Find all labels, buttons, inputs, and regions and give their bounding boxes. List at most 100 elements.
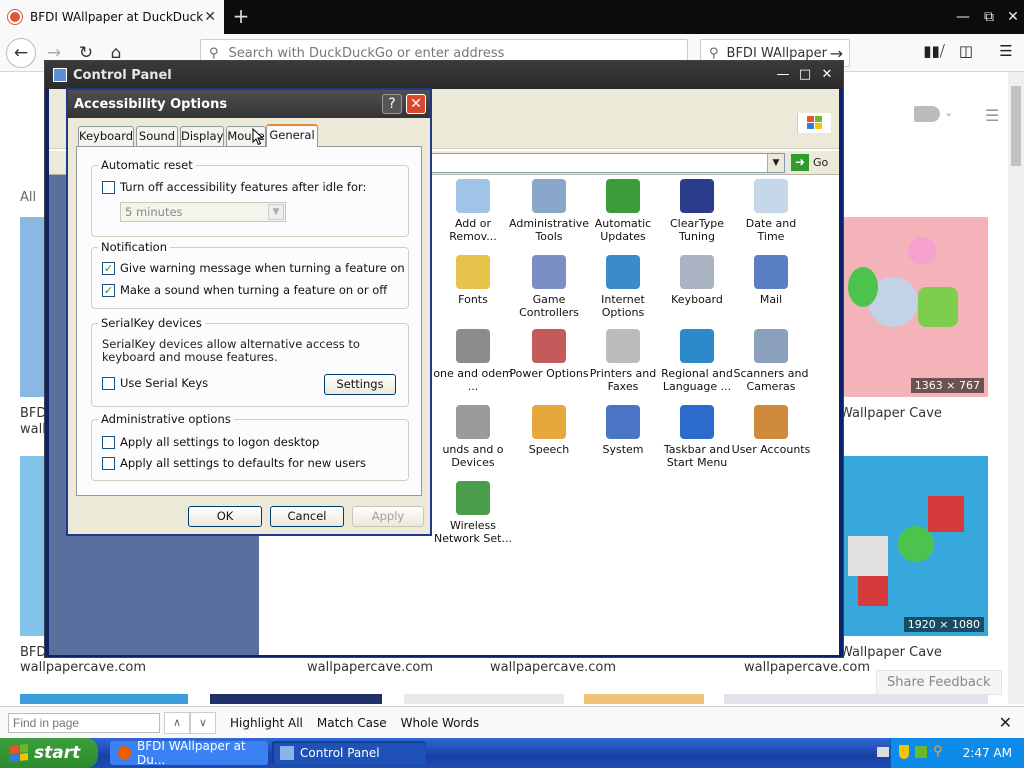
restore-icon[interactable]: ⧉ (978, 6, 1000, 28)
search-value: BFDI WAllpaper (726, 45, 827, 61)
result-title[interactable]: BFD (20, 406, 46, 421)
scrollbar-thumb[interactable] (1011, 86, 1021, 166)
close-icon[interactable]: ✕ (817, 65, 837, 85)
control-panel-titlebar[interactable]: Control Panel (45, 61, 843, 89)
new-tab-button[interactable]: + (228, 4, 254, 30)
control-panel-item[interactable]: Date and Time (731, 179, 811, 243)
cancel-button[interactable]: Cancel (270, 506, 344, 527)
sidebar-icon[interactable]: ◫ (954, 42, 978, 64)
control-panel-item[interactable]: User Accounts (731, 405, 811, 456)
minimize-icon[interactable]: — (773, 65, 793, 85)
use-serial-keys-checkbox[interactable]: Use Serial Keys (102, 376, 208, 390)
control-panel-item[interactable]: Scanners and Cameras (731, 329, 811, 393)
tab-general[interactable]: General (266, 124, 318, 147)
control-panel-item[interactable]: Regional and Language ... (657, 329, 737, 393)
minimize-icon[interactable]: — (952, 6, 974, 28)
ok-button[interactable]: OK (188, 506, 262, 527)
security-shield-icon[interactable] (899, 745, 909, 759)
highlight-all-toggle[interactable]: Highlight All (230, 716, 303, 730)
all-filter-label[interactable]: All (20, 190, 36, 205)
result-image[interactable]: 1363 × 767 (838, 217, 988, 397)
share-feedback-button[interactable]: Share Feedback (876, 670, 1002, 695)
control-panel-icon (53, 68, 67, 82)
control-panel-item[interactable]: Fonts (433, 255, 513, 306)
checkbox[interactable] (102, 180, 115, 194)
checkbox[interactable] (102, 456, 115, 470)
maximize-icon[interactable]: □ (795, 65, 815, 85)
go-button[interactable]: ➜ Go (791, 154, 828, 171)
find-previous-icon[interactable]: ∧ (164, 711, 190, 734)
search-icon[interactable]: ⚲ (933, 744, 943, 759)
back-arrow-icon[interactable]: ← (6, 38, 36, 68)
dialog-titlebar[interactable]: Accessibility Options (68, 90, 430, 118)
hamburger-menu-icon[interactable]: ☰ (985, 106, 999, 125)
address-field[interactable]: ▼ (429, 153, 785, 173)
address-dropdown-icon[interactable]: ▼ (767, 154, 784, 172)
idle-timeout-checkbox[interactable]: Turn off accessibility features after id… (102, 180, 366, 194)
tab-keyboard[interactable]: Keyboard (78, 126, 134, 146)
taskbar-item-browser[interactable]: BFDI WAllpaper at Du... (110, 739, 268, 767)
close-window-icon[interactable]: ✕ (1002, 6, 1024, 28)
apply-button[interactable]: Apply (352, 506, 424, 527)
find-next-icon[interactable]: ∨ (190, 711, 216, 734)
warning-message-checkbox[interactable]: ✓ Give warning message when turning a fe… (102, 261, 405, 275)
match-case-toggle[interactable]: Match Case (317, 716, 387, 730)
logon-desktop-checkbox[interactable]: Apply all settings to logon desktop (102, 435, 319, 449)
close-find-bar-icon[interactable]: ✕ (999, 713, 1012, 732)
keyboard-icon[interactable] (877, 747, 889, 757)
result-image[interactable] (584, 694, 704, 704)
close-icon[interactable]: ✕ (406, 94, 426, 114)
control-panel-item[interactable]: one and odem ... (433, 329, 513, 393)
start-button[interactable]: start (0, 738, 98, 768)
tab-sound[interactable]: Sound (136, 126, 178, 146)
tab-display[interactable]: Display (180, 126, 224, 146)
defaults-new-users-checkbox[interactable]: Apply all settings to defaults for new u… (102, 456, 366, 470)
checkbox-checked[interactable]: ✓ (102, 261, 115, 275)
menu-icon[interactable]: ☰ (994, 42, 1018, 64)
result-title[interactable]: Wallpaper Cave (840, 406, 942, 421)
checkbox[interactable] (102, 376, 115, 390)
checkbox-checked[interactable]: ✓ (102, 283, 115, 297)
tab-close-icon[interactable]: ✕ (204, 9, 216, 25)
control-panel-item[interactable]: Speech (509, 405, 589, 456)
control-panel-item[interactable]: System (583, 405, 663, 456)
control-panel-item[interactable]: Printers and Faxes (583, 329, 663, 393)
control-panel-item[interactable]: ClearType Tuning (657, 179, 737, 243)
chevron-down-icon[interactable]: ⌄ (944, 106, 953, 119)
control-panel-item[interactable]: Mail (731, 255, 811, 306)
help-icon[interactable]: ? (382, 94, 402, 114)
control-panel-item[interactable]: Taskbar and Start Menu (657, 405, 737, 469)
result-image[interactable] (20, 456, 44, 636)
result-image[interactable] (210, 694, 382, 704)
control-panel-item[interactable]: Wireless Network Set... (433, 481, 513, 545)
find-in-page-input[interactable] (8, 712, 160, 733)
result-image[interactable] (20, 694, 188, 704)
control-panel-item[interactable]: Internet Options (583, 255, 663, 319)
control-panel-item[interactable]: Automatic Updates (583, 179, 663, 243)
control-panel-item[interactable]: Add or Remov... (433, 179, 513, 243)
network-icon[interactable] (915, 746, 927, 758)
result-image[interactable] (20, 217, 44, 397)
control-panel-item[interactable]: unds and o Devices (433, 405, 513, 469)
result-title[interactable]: Wallpaper Cave (840, 645, 942, 660)
taskbar-item-control-panel[interactable]: Control Panel (272, 741, 426, 765)
control-panel-item[interactable]: Power Options (509, 329, 589, 380)
sound-on-feature-checkbox[interactable]: ✓ Make a sound when turning a feature on… (102, 283, 387, 297)
result-image[interactable] (404, 694, 564, 704)
browser-tab[interactable]: BFDI WAllpaper at DuckDuckGo ✕ (0, 0, 224, 34)
feedback-megaphone-icon[interactable] (914, 106, 940, 122)
library-icon[interactable]: ▮▮⧸ (922, 42, 946, 64)
result-title[interactable]: BFD (20, 645, 46, 660)
taskbar-item-label: BFDI WAllpaper at Du... (137, 739, 246, 767)
result-image[interactable]: 1920 × 1080 (838, 456, 988, 636)
control-panel-item[interactable]: Keyboard (657, 255, 737, 306)
result-image[interactable] (724, 694, 988, 704)
page-scrollbar[interactable] (1008, 72, 1024, 704)
checkbox[interactable] (102, 435, 115, 449)
serialkey-settings-button[interactable]: Settings (324, 374, 396, 395)
whole-words-toggle[interactable]: Whole Words (401, 716, 479, 730)
control-panel-item[interactable]: Administrative Tools (509, 179, 589, 243)
idle-time-select[interactable]: 5 minutes ▼ (120, 202, 286, 222)
control-panel-item-label: Add or Remov... (449, 217, 497, 243)
control-panel-item[interactable]: Game Controllers (509, 255, 589, 319)
